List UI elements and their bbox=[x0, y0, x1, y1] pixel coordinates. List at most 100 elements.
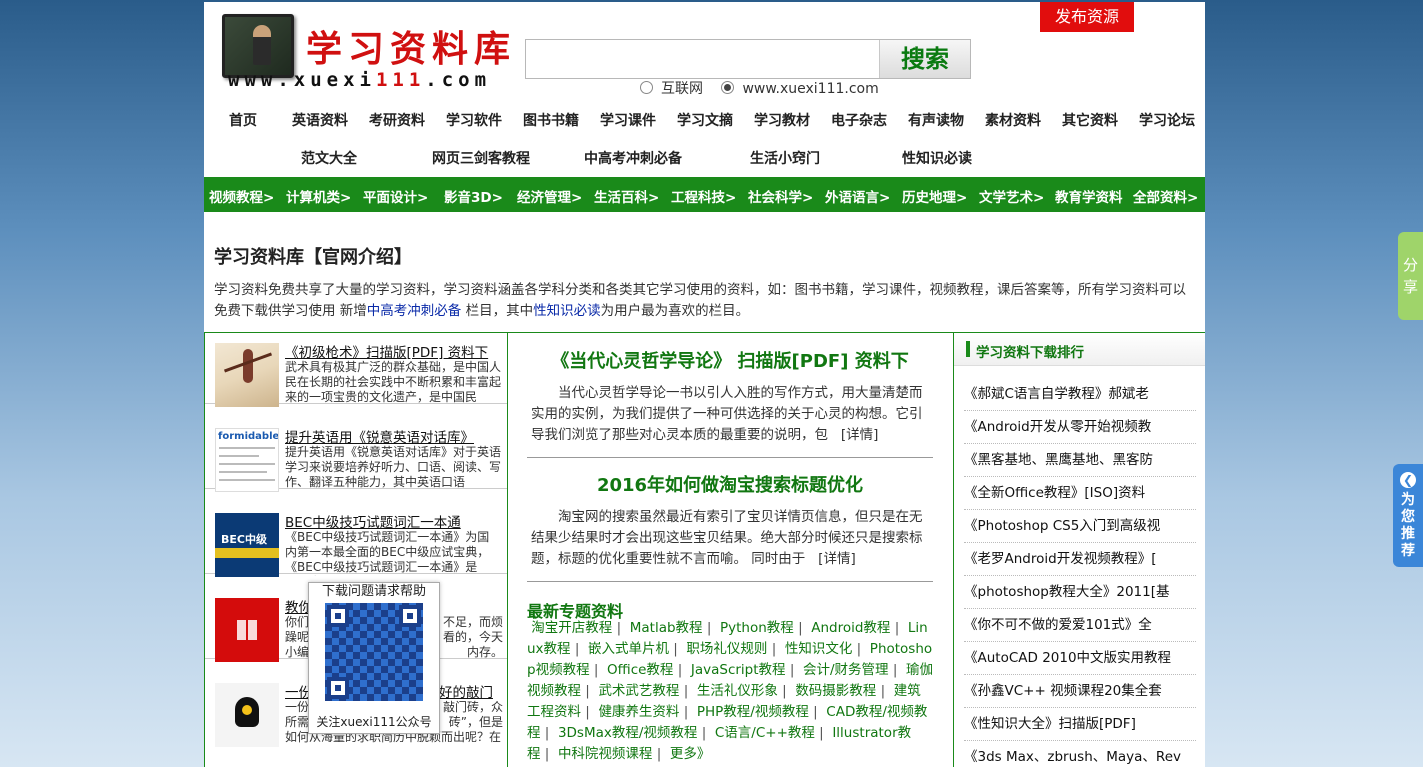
nav-home[interactable]: 首页 bbox=[229, 110, 257, 130]
ranking-item[interactable]: 《你不可不做的爱爱101式》全 bbox=[964, 609, 1196, 642]
topic-link[interactable]: 数码摄影教程 bbox=[795, 683, 876, 699]
ranking-item[interactable]: 《AutoCAD 2010中文版实用教程 bbox=[964, 642, 1196, 675]
ranking-item[interactable]: 《全新Office教程》[ISO]资料 bbox=[964, 477, 1196, 510]
topic-link[interactable]: 武术武艺教程 bbox=[598, 683, 679, 699]
divider bbox=[527, 457, 933, 458]
item-title[interactable]: 《初级枪术》扫描版[PDF] 资料下 bbox=[285, 341, 501, 361]
nav-audiobook[interactable]: 有声读物 bbox=[908, 110, 964, 130]
ranking-item[interactable]: 《Android开发从零开始视频教 bbox=[964, 411, 1196, 444]
category-bar: 视频教程> 计算机类> 平面设计> 影音3D> 经济管理> 生活百科> 工程科技… bbox=[204, 177, 1205, 212]
article-body: 当代心灵哲学导论一书以引人入胜的写作方式，用大量清楚而实用的实例，为我们提供了一… bbox=[531, 385, 923, 443]
cat-social[interactable]: 社会科学> bbox=[748, 186, 813, 206]
search-button[interactable]: 搜索 bbox=[879, 40, 970, 78]
item-title-right[interactable]: 好的敲门 bbox=[439, 681, 503, 701]
cat-all[interactable]: 全部资料> bbox=[1133, 186, 1198, 206]
share-button[interactable]: 分享 bbox=[1398, 232, 1423, 320]
separator: | bbox=[814, 725, 829, 741]
topic-link[interactable]: 性知识文化 bbox=[785, 641, 853, 657]
topic-link[interactable]: 中科院视频课程 bbox=[558, 746, 653, 762]
topic-link[interactable]: Python教程 bbox=[720, 620, 794, 636]
topic-link[interactable]: 3DsMax教程/视频教程 bbox=[558, 725, 697, 741]
search-input[interactable] bbox=[528, 42, 877, 74]
nav-forum[interactable]: 学习论坛 bbox=[1139, 110, 1195, 130]
logo-title: 学习资料库 bbox=[306, 28, 517, 70]
topic-link[interactable]: 嵌入式单片机 bbox=[588, 641, 669, 657]
cat-economy[interactable]: 经济管理> bbox=[517, 186, 582, 206]
cat-literature[interactable]: 文学艺术> bbox=[979, 186, 1044, 206]
site-logo[interactable]: 学习资料库 www.xuexi111.com bbox=[220, 12, 510, 92]
radio-internet[interactable] bbox=[640, 81, 653, 94]
cat-life[interactable]: 生活百科> bbox=[594, 186, 659, 206]
separator: | bbox=[540, 725, 554, 741]
topic-link[interactable]: C语言/C++教程 bbox=[715, 725, 815, 741]
topic-link[interactable]: 职场礼仪规则 bbox=[686, 641, 767, 657]
separator: | bbox=[679, 704, 693, 720]
item-desc: 《BEC中级技巧试题词汇一本通》为国内第一本最全面的BEC中级应试宝典，《BEC… bbox=[285, 530, 490, 576]
article-more-link[interactable]: [详情] bbox=[841, 427, 879, 443]
nav-others[interactable]: 其它资料 bbox=[1062, 110, 1118, 130]
topic-link[interactable]: Matlab教程 bbox=[630, 620, 703, 636]
ranking-item[interactable]: 《郝斌C语言自学教程》郝斌老 bbox=[964, 378, 1196, 411]
separator: | bbox=[581, 704, 595, 720]
article-more-link[interactable]: [详情] bbox=[818, 551, 856, 567]
topic-link[interactable]: 会计/财务管理 bbox=[803, 662, 889, 678]
ranking-item[interactable]: 《Photoshop CS5入门到高级视 bbox=[964, 510, 1196, 543]
list-item[interactable]: BEC中级 BEC中级技巧试题词汇一本通 《BEC中级技巧试题词汇一本通》为国内… bbox=[205, 503, 507, 577]
list-item[interactable]: 《初级枪术》扫描版[PDF] 资料下 武术具有极其广泛的群众基础，是中国人民在长… bbox=[205, 333, 507, 407]
ranking-item[interactable]: 《性知识大全》扫描版[PDF] bbox=[964, 708, 1196, 741]
publish-resource-button[interactable]: 发布资源 bbox=[1040, 2, 1134, 32]
article-title[interactable]: 2016年如何做淘宝搜索标题优化 bbox=[507, 471, 953, 497]
nav-textbook[interactable]: 学习教材 bbox=[754, 110, 810, 130]
radio-site[interactable] bbox=[721, 81, 735, 94]
nav-materials[interactable]: 素材资料 bbox=[985, 110, 1041, 130]
list-item[interactable]: formidable 提升英语用《锐意英语对话库》 提升英语用《锐意英语对话库》… bbox=[205, 418, 507, 492]
topic-link[interactable]: 更多》 bbox=[670, 746, 711, 762]
ranking-item[interactable]: 《孙鑫VC++ 视频课程20集全套 bbox=[964, 675, 1196, 708]
nav-sex-knowledge[interactable]: 性知识必读 bbox=[902, 148, 972, 168]
cat-history[interactable]: 历史地理> bbox=[902, 186, 967, 206]
nav-essays[interactable]: 范文大全 bbox=[301, 148, 357, 168]
nav-books[interactable]: 图书书籍 bbox=[523, 110, 579, 130]
nav-software[interactable]: 学习软件 bbox=[446, 110, 502, 130]
article-title[interactable]: 《当代心灵哲学导论》 扫描版[PDF] 资料下 bbox=[507, 347, 953, 373]
nav-exam-prep[interactable]: 中高考冲刺必备 bbox=[584, 148, 682, 168]
item-title[interactable]: 提升英语用《锐意英语对话库》 bbox=[285, 426, 501, 446]
recommend-button[interactable]: ❮ 为您推荐 bbox=[1393, 464, 1423, 567]
topic-link[interactable]: 淘宝开店教程 bbox=[531, 620, 612, 636]
cat-engineering[interactable]: 工程科技> bbox=[671, 186, 736, 206]
cat-video[interactable]: 视频教程> bbox=[209, 186, 274, 206]
topic-link[interactable]: Android教程 bbox=[811, 620, 890, 636]
nav-courseware[interactable]: 学习课件 bbox=[600, 110, 656, 130]
nav-digest[interactable]: 学习文摘 bbox=[677, 110, 733, 130]
topic-link[interactable]: 生活礼仪形象 bbox=[697, 683, 778, 699]
cat-design[interactable]: 平面设计> bbox=[363, 186, 428, 206]
chevron-left-icon: ❮ bbox=[1400, 472, 1416, 488]
nav-emagazine[interactable]: 电子杂志 bbox=[831, 110, 887, 130]
cat-computer[interactable]: 计算机类> bbox=[286, 186, 351, 206]
ranking-item[interactable]: 《黑客基地、黑鹰基地、黑客防 bbox=[964, 444, 1196, 477]
item-title[interactable]: BEC中级技巧试题词汇一本通 bbox=[285, 511, 501, 531]
separator: | bbox=[890, 620, 904, 636]
qr-title: 下载问题请求帮助 bbox=[321, 584, 426, 599]
search-box: 搜索 bbox=[525, 39, 971, 79]
topics-list: 淘宝开店教程 | Matlab教程 | Python教程 | Android教程… bbox=[527, 618, 933, 765]
separator: | bbox=[777, 683, 792, 699]
cat-3d[interactable]: 影音3D> bbox=[444, 186, 503, 206]
separator: | bbox=[540, 746, 554, 762]
topic-link[interactable]: 健康养生资料 bbox=[598, 704, 679, 720]
topic-link[interactable]: PHP教程/视频教程 bbox=[697, 704, 809, 720]
nav-english[interactable]: 英语资料 bbox=[292, 110, 348, 130]
nav-kaoyan[interactable]: 考研资料 bbox=[369, 110, 425, 130]
topic-link[interactable]: Office教程 bbox=[607, 662, 673, 678]
nav-life-tips[interactable]: 生活小窍门 bbox=[750, 148, 820, 168]
intro-link-sex[interactable]: 性知识必读 bbox=[533, 303, 601, 319]
ranking-item[interactable]: 《photoshop教程大全》2011[基 bbox=[964, 576, 1196, 609]
ranking-item[interactable]: 《3ds Max、zbrush、Maya、Rev bbox=[964, 741, 1196, 767]
intro-link-exam[interactable]: 中高考冲刺必备 bbox=[367, 303, 462, 319]
topic-link[interactable]: JavaScript教程 bbox=[691, 662, 786, 678]
item-thumbnail: BEC中级 bbox=[215, 513, 279, 577]
nav-web-tools[interactable]: 网页三剑客教程 bbox=[432, 148, 530, 168]
cat-education[interactable]: 教育学资料 bbox=[1055, 186, 1123, 206]
ranking-item[interactable]: 《老罗Android开发视频教程》[ bbox=[964, 543, 1196, 576]
cat-language[interactable]: 外语语言> bbox=[825, 186, 890, 206]
